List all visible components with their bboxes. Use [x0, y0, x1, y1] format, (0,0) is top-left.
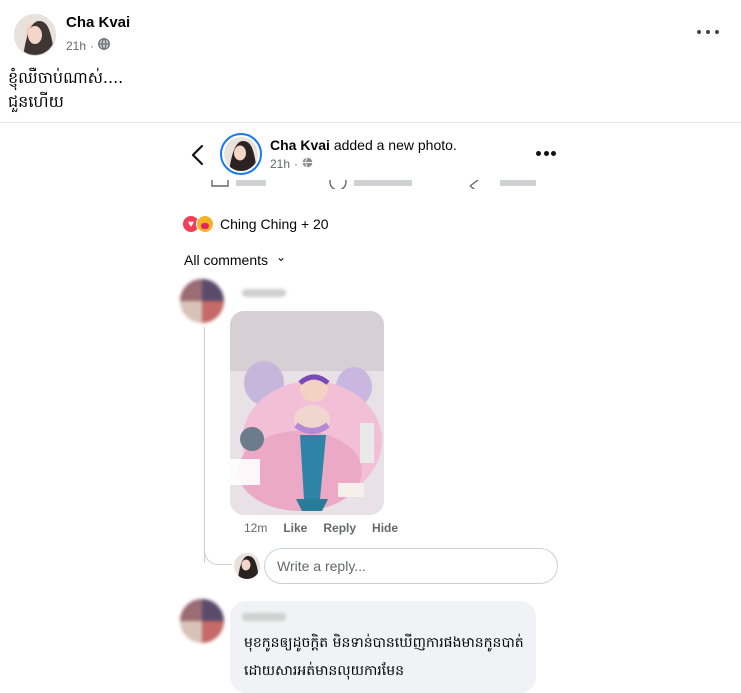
thread-curve	[204, 543, 232, 565]
comment-bubble[interactable]: មុខកូនឲ្យដូចក្តិត មិនទាន់បានឃើញការផងមានក…	[230, 601, 536, 693]
commenter-name-redacted	[242, 613, 286, 621]
embedded-screenshot[interactable]: Cha Kvai added a new photo. 21h · ♥ Chin…	[170, 123, 572, 693]
care-reaction-icon	[196, 215, 214, 233]
inner-more-button[interactable]	[536, 151, 556, 157]
inner-action-text: added a new photo.	[333, 137, 457, 153]
comment-actions: 12m Like Reply Hide	[244, 521, 398, 535]
inner-author-name[interactable]: Cha Kvai	[270, 137, 330, 153]
hide-button[interactable]: Hide	[372, 521, 398, 535]
post-more-button[interactable]	[697, 24, 719, 40]
reaction-icons: ♥	[182, 215, 214, 233]
more-dot	[715, 30, 719, 34]
comment-text-line: មុខកូនឲ្យដូចក្តិត មិនទាន់បានឃើញការផងមានក…	[244, 635, 524, 651]
more-dot	[536, 151, 541, 156]
more-dot	[543, 151, 549, 156]
meta-separator: ·	[90, 38, 95, 53]
reply-avatar	[234, 553, 260, 579]
chevron-left-icon[interactable]	[188, 143, 208, 167]
more-dot	[706, 30, 710, 34]
commenter-avatar[interactable]	[180, 599, 224, 643]
comment-text-line: ដោយសារអត់មានលុយការមែន	[244, 663, 404, 679]
comment-photo[interactable]	[230, 311, 384, 515]
reply-input[interactable]	[264, 548, 558, 584]
like-button[interactable]: Like	[283, 521, 307, 535]
reactions-summary[interactable]: ♥ Ching Ching + 20	[182, 215, 329, 233]
cropped-action-bar	[170, 177, 572, 189]
comment-text: មុខកូនឲ្យដូចក្តិត មិនទាន់បានឃើញការផងមានក…	[244, 629, 524, 685]
reactions-text: Ching Ching + 20	[220, 216, 329, 232]
all-comments-dropdown[interactable]: All comments ⌄	[184, 250, 287, 268]
commenter-avatar[interactable]	[180, 279, 224, 323]
all-comments-label: All comments	[184, 252, 269, 268]
caption-line: ខ្ញុំឈឺចាប់ណាស់....	[8, 68, 124, 87]
post-header: Cha Kvai 21h ·	[0, 0, 741, 60]
comment-time: 12m	[244, 521, 268, 535]
thread-line	[204, 327, 205, 563]
author-name[interactable]: Cha Kvai	[66, 14, 130, 31]
post-caption: ខ្ញុំឈឺចាប់ណាស់.... ជួនហើយ	[8, 66, 123, 114]
commenter-name-redacted	[242, 289, 286, 297]
globe-icon	[98, 38, 110, 53]
more-dot	[551, 151, 556, 156]
post-time[interactable]: 21h	[66, 39, 86, 53]
inner-post-title: Cha Kvai added a new photo.	[270, 137, 457, 153]
inner-author-avatar[interactable]	[220, 133, 262, 175]
reply-button[interactable]: Reply	[323, 521, 356, 535]
post-meta: 21h ·	[66, 38, 110, 53]
inner-post-meta: 21h ·	[270, 157, 313, 171]
inner-meta-separator: ·	[294, 157, 299, 171]
globe-icon	[302, 157, 313, 171]
more-dot	[697, 30, 701, 34]
caption-line: ជួនហើយ	[8, 92, 64, 111]
chevron-down-icon: ⌄	[276, 250, 287, 264]
author-avatar[interactable]	[14, 14, 56, 56]
inner-post-time: 21h	[270, 157, 291, 171]
